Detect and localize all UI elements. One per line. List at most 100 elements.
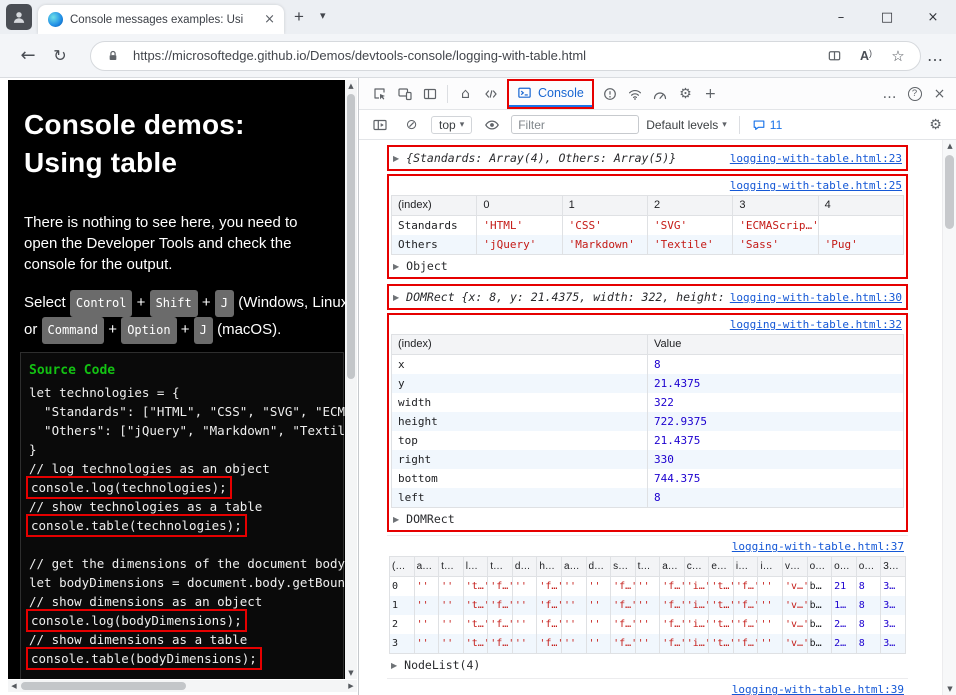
filter-input[interactable] (511, 115, 640, 134)
column-header[interactable]: t… (438, 556, 464, 577)
log-levels-dropdown[interactable]: Default levels ▾ (646, 118, 727, 132)
column-header[interactable]: a… (413, 556, 440, 577)
source-link[interactable]: logging-with-table.html:32 (730, 318, 902, 331)
value-cell: '' (757, 576, 783, 596)
column-header[interactable]: a… (659, 556, 685, 577)
expand-caret-icon[interactable]: ▶ (391, 661, 397, 670)
column-header[interactable]: d… (585, 556, 612, 577)
live-expression-eye-icon[interactable] (479, 112, 504, 138)
expand-caret-icon[interactable]: ▶ (393, 262, 399, 271)
home-icon[interactable]: ⌂ (453, 81, 478, 107)
context-selector[interactable]: top ▾ (431, 115, 473, 134)
expand-caret-icon[interactable]: ▶ (393, 154, 399, 163)
column-header[interactable]: 3… (880, 556, 906, 577)
close-devtools-icon[interactable]: × (927, 81, 952, 107)
column-header[interactable]: d… (511, 556, 538, 577)
column-header[interactable]: (index) (390, 195, 478, 216)
new-tab-button[interactable]: + (294, 7, 304, 27)
value-cell: '' (634, 576, 660, 596)
column-header[interactable]: (index) (391, 334, 648, 355)
close-window-button[interactable]: × (910, 0, 956, 34)
console-sidebar-icon[interactable] (367, 112, 392, 138)
performance-icon[interactable] (648, 81, 673, 107)
tab-console[interactable]: Console (509, 81, 592, 107)
shortcut-paragraph: Select Control + Shift + J (Windows, Lin… (24, 290, 345, 344)
column-header[interactable]: a… (560, 556, 587, 577)
source-link[interactable]: logging-with-table.html:37 (732, 540, 904, 553)
inspect-icon[interactable] (367, 81, 392, 107)
scrollbar-thumb[interactable] (21, 682, 186, 690)
source-link[interactable]: logging-with-table.html:23 (730, 152, 902, 165)
maximize-button[interactable]: □ (864, 0, 910, 34)
column-header[interactable]: o… (806, 556, 833, 577)
console-settings-gear-icon[interactable]: ⚙ (923, 112, 948, 138)
column-header[interactable]: 1 (561, 195, 648, 216)
scroll-left-icon[interactable]: ◀ (8, 680, 20, 692)
console-tab-icon (518, 87, 531, 98)
expand-caret-icon[interactable]: ▶ (393, 515, 399, 524)
elements-icon[interactable] (478, 81, 503, 107)
devtools-menu-icon[interactable]: … (877, 81, 902, 107)
value-cell: '' (413, 615, 439, 634)
column-header[interactable]: Value (647, 334, 904, 355)
source-link[interactable]: logging-with-table.html:30 (730, 291, 902, 304)
sc rollbar-thumb[interactable] (347, 94, 355, 379)
profile-button[interactable] (0, 0, 38, 34)
device-emulation-icon[interactable] (392, 81, 417, 107)
page-horizontal-scrollbar[interactable]: ◀ ▶ (8, 680, 357, 692)
column-header[interactable]: v… (782, 556, 808, 577)
column-header[interactable]: c… (683, 556, 710, 577)
column-header[interactable]: t… (634, 556, 661, 577)
column-header[interactable]: (… (389, 556, 415, 577)
column-header[interactable]: 3 (732, 195, 819, 216)
column-header[interactable]: h… (536, 556, 562, 577)
settings-gear-icon[interactable]: ⚙ (673, 81, 698, 107)
value-cell: 'f…' (610, 634, 636, 654)
favorites-star-icon[interactable]: ☆ (886, 44, 910, 68)
column-header[interactable]: i… (732, 556, 759, 577)
column-header[interactable]: 0 (476, 195, 563, 216)
scroll-up-icon[interactable]: ▲ (345, 80, 357, 92)
column-header[interactable]: l… (462, 556, 489, 577)
tab-list-chevron-icon[interactable]: ▾ (320, 9, 326, 22)
value-cell: 744.375 (647, 469, 904, 488)
column-header[interactable]: 2 (646, 195, 734, 216)
split-screen-icon[interactable] (822, 44, 846, 68)
expand-caret-icon[interactable]: ▶ (393, 293, 399, 302)
scroll-down-icon[interactable]: ▼ (943, 683, 956, 695)
column-header[interactable]: 4 (817, 195, 905, 216)
value-cell: b… (806, 634, 832, 654)
minimize-button[interactable]: – (818, 0, 864, 34)
messages-count-badge[interactable]: 11 (752, 118, 782, 132)
url-text[interactable]: https://microsoftedge.github.io/Demos/de… (133, 48, 814, 63)
more-tools-add-icon[interactable]: + (698, 81, 723, 107)
browser-menu-icon[interactable]: … (927, 46, 944, 65)
source-link[interactable]: logging-with-table.html:39 (732, 683, 904, 695)
address-bar[interactable]: https://microsoftedge.github.io/Demos/de… (90, 40, 921, 71)
scrollbar-thumb[interactable] (945, 155, 954, 229)
index-cell: 0 (389, 576, 415, 596)
column-header[interactable]: o… (855, 556, 882, 577)
panel-layout-icon[interactable] (417, 81, 442, 107)
page-vertical-scrollbar[interactable]: ▲ ▼ (345, 80, 357, 679)
help-icon[interactable]: ? (902, 81, 927, 107)
network-icon[interactable] (623, 81, 648, 107)
scroll-up-icon[interactable]: ▲ (943, 140, 956, 152)
refresh-button[interactable]: ↻ (44, 40, 76, 72)
browser-tab[interactable]: Console messages examples: Usi × (38, 5, 284, 34)
column-header[interactable]: s… (610, 556, 636, 577)
scroll-down-icon[interactable]: ▼ (345, 667, 357, 679)
clear-console-icon[interactable]: ⊘ (399, 112, 424, 138)
column-header[interactable]: t… (487, 556, 513, 577)
column-header[interactable]: i… (757, 556, 783, 577)
column-header[interactable]: o… (831, 556, 857, 577)
scroll-right-icon[interactable]: ▶ (345, 680, 357, 692)
tab-close-icon[interactable]: × (262, 12, 277, 27)
back-button[interactable]: ← (12, 40, 44, 72)
issues-icon[interactable] (598, 81, 623, 107)
source-link[interactable]: logging-with-table.html:25 (730, 179, 902, 192)
column-header[interactable]: e… (708, 556, 734, 577)
console-scrollbar[interactable]: ▲ ▼ (942, 140, 956, 695)
read-aloud-icon[interactable]: A) (854, 44, 878, 68)
value-cell: 'f…' (732, 596, 758, 615)
